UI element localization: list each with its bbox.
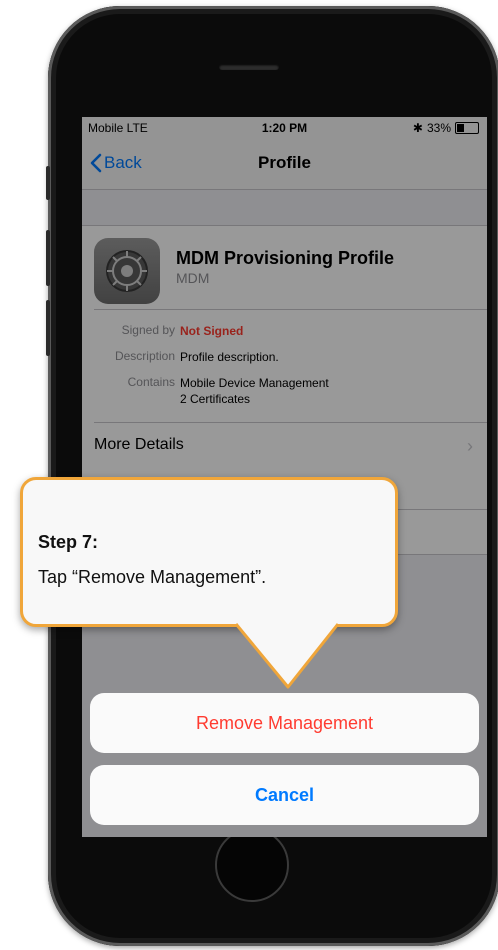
volume-up-button	[46, 230, 50, 286]
earpiece-speaker	[219, 64, 279, 70]
cancel-button[interactable]: Cancel	[90, 765, 479, 825]
callout-text: Tap “Remove Management”.	[38, 567, 267, 587]
callout-title: Step 7:	[38, 532, 99, 552]
remove-management-button[interactable]: Remove Management	[90, 693, 479, 753]
volume-down-button	[46, 300, 50, 356]
home-button[interactable]	[215, 828, 289, 902]
mute-switch	[46, 166, 50, 200]
instruction-callout: Step 7: Tap “Remove Management”.	[20, 477, 398, 627]
